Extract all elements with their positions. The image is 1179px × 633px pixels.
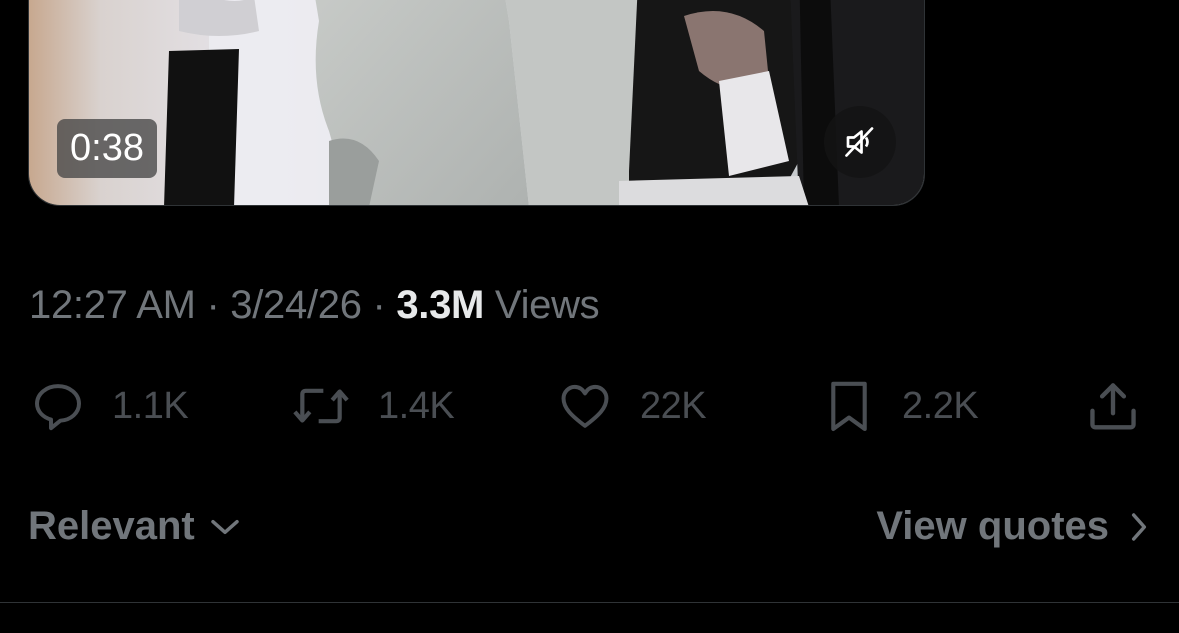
bookmark-button[interactable]: 2.2K — [820, 376, 979, 436]
meta-separator: · — [372, 283, 386, 327]
repost-arrows-icon — [293, 388, 349, 424]
view-quotes-label: View quotes — [876, 504, 1109, 548]
views-label: Views — [494, 283, 600, 327]
section-divider — [0, 602, 1179, 603]
share-button[interactable] — [1084, 376, 1142, 436]
chevron-right-icon — [1131, 512, 1147, 541]
like-count: 22K — [640, 384, 707, 427]
replies-sort-dropdown[interactable]: Relevant — [28, 504, 241, 549]
reply-button[interactable]: 1.1K — [28, 376, 189, 436]
tweet-date[interactable]: 3/24/26 — [230, 283, 362, 327]
view-quotes-link[interactable]: View quotes — [876, 504, 1149, 549]
share-upload-icon — [1090, 383, 1136, 430]
repost-button[interactable]: 1.4K — [288, 376, 455, 436]
mute-button[interactable] — [824, 106, 896, 178]
tweet-time[interactable]: 12:27 AM — [29, 283, 196, 327]
video-duration-badge: 0:38 — [57, 119, 157, 178]
repost-count: 1.4K — [378, 384, 455, 427]
reply-bubble-icon — [35, 384, 81, 431]
heart-icon — [561, 384, 609, 428]
video-frame — [29, 0, 924, 205]
tweet-meta: 12:27 AM · 3/24/26 · 3.3M Views — [29, 281, 600, 329]
replies-sort-label: Relevant — [28, 504, 195, 548]
video-player[interactable]: 0:38 — [28, 0, 925, 206]
meta-separator: · — [206, 283, 220, 327]
speaker-muted-icon — [845, 127, 874, 157]
bookmark-icon — [831, 381, 867, 432]
like-button[interactable]: 22K — [554, 376, 707, 436]
bookmark-count: 2.2K — [902, 384, 979, 427]
views-count: 3.3M — [396, 283, 485, 327]
reply-count: 1.1K — [112, 384, 189, 427]
chevron-down-icon — [211, 519, 239, 534]
